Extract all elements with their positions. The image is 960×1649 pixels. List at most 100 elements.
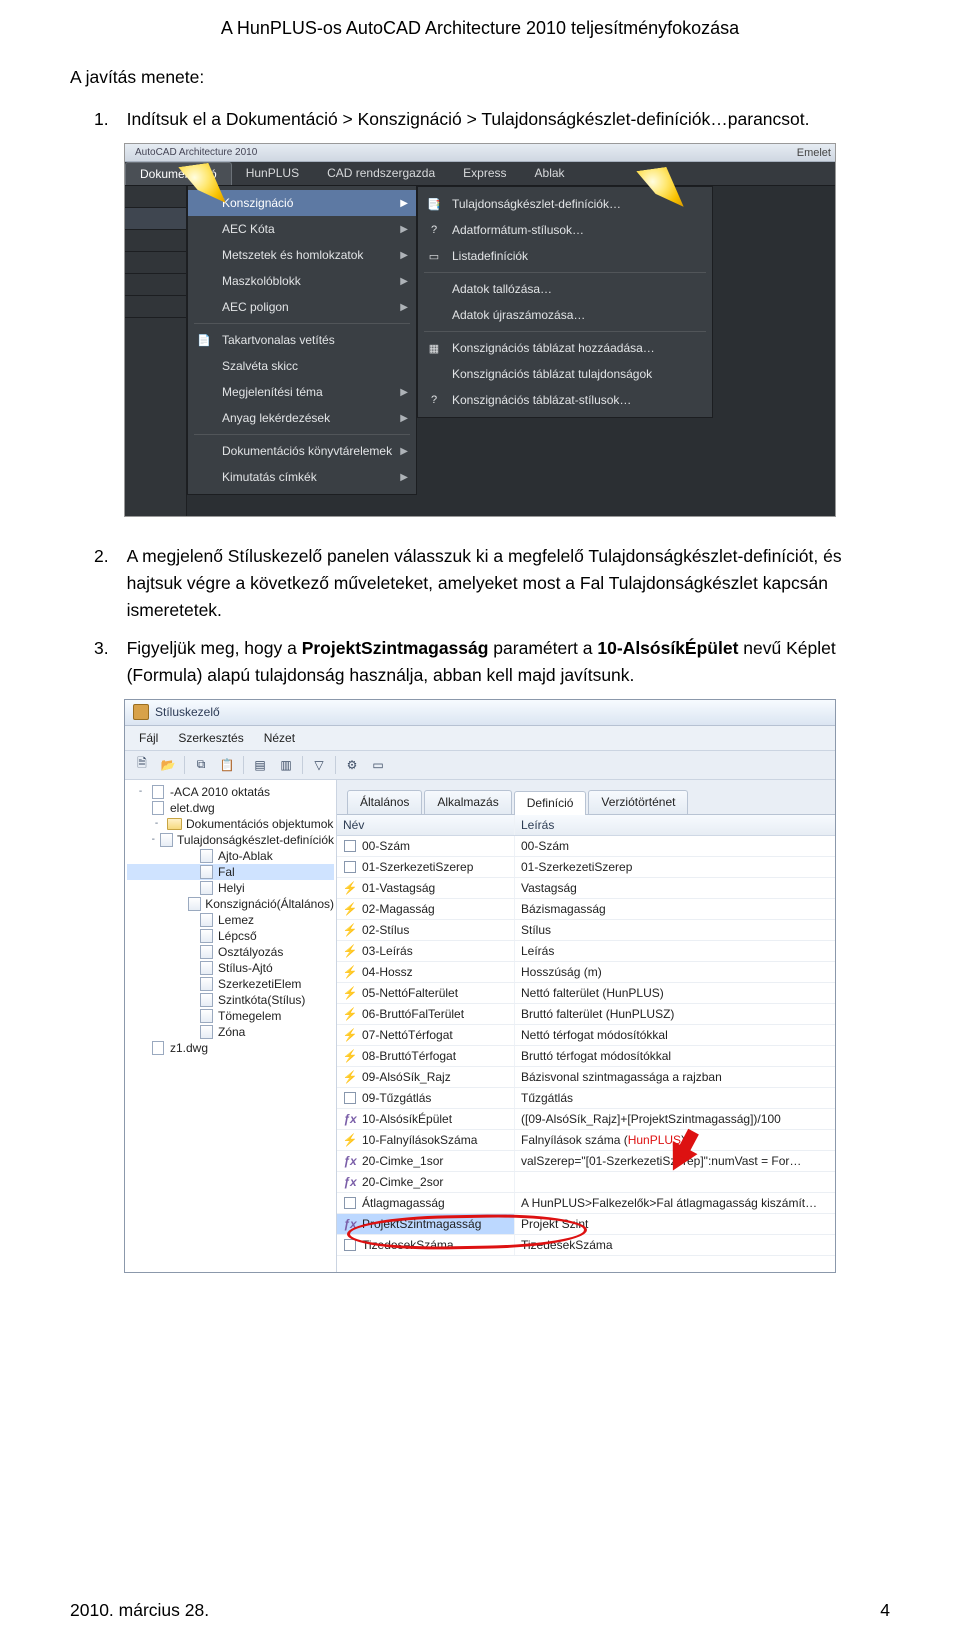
- property-row[interactable]: ⚡09-AlsóSík_RajzBázisvonal szintmagasság…: [337, 1067, 835, 1088]
- dropdown-item[interactable]: Megjelenítési téma▶: [188, 379, 416, 405]
- menu-tab[interactable]: Dokumentáció: [125, 162, 232, 185]
- tree-node-label: Szintkóta(Stílus): [218, 993, 305, 1007]
- submenu-item[interactable]: 📑Tulajdonságkészlet-definíciók…: [418, 191, 712, 217]
- property-row[interactable]: ⚡10-FalnyílásokSzámaFalnyílások száma (H…: [337, 1130, 835, 1151]
- property-row[interactable]: ⚡06-BruttóFalTerületBruttó falterület (H…: [337, 1004, 835, 1025]
- dropdown-item[interactable]: Szalvéta skicc: [188, 353, 416, 379]
- tb-filter-icon[interactable]: ▽: [306, 754, 332, 776]
- property-manual-icon: [343, 1091, 357, 1105]
- dropdown-item[interactable]: Maszkolóblokk▶: [188, 268, 416, 294]
- tb-tool2-icon[interactable]: ▭: [365, 754, 391, 776]
- property-row[interactable]: ƒx20-Cimke_2sor: [337, 1172, 835, 1193]
- tb-tool-icon[interactable]: ⚙: [339, 754, 365, 776]
- menu-item[interactable]: Nézet: [256, 729, 303, 747]
- tree-expander-icon[interactable]: -: [135, 786, 146, 797]
- menu-tab[interactable]: CAD rendszergazda: [313, 162, 449, 185]
- tree-node[interactable]: Zóna: [127, 1024, 334, 1040]
- tree-expander-icon[interactable]: -: [151, 834, 156, 845]
- submenu-item[interactable]: ?Adatformátum-stílusok…: [418, 217, 712, 243]
- dropdown-item[interactable]: Konszignáció▶: [188, 190, 416, 216]
- menu-tab[interactable]: HunPLUS: [232, 162, 313, 185]
- footer-date: 2010. március 28.: [70, 1600, 209, 1621]
- tree-node[interactable]: Lépcső: [127, 928, 334, 944]
- shot2-tree[interactable]: --ACA 2010 oktatáselet.dwg-Dokumentációs…: [125, 780, 337, 1272]
- submenu-item[interactable]: Adatok újraszámozása…: [418, 302, 712, 328]
- property-name: 07-NettóTérfogat: [362, 1028, 453, 1042]
- tree-node[interactable]: elet.dwg: [127, 800, 334, 816]
- property-row[interactable]: ƒx20-Cimke_1sorvalSzerep="[01-Szerkezeti…: [337, 1151, 835, 1172]
- submenu-arrow-icon: ▶: [400, 224, 408, 235]
- dropdown-item[interactable]: Metszetek és homlokzatok▶: [188, 242, 416, 268]
- tb-style2-icon[interactable]: ▥: [273, 754, 299, 776]
- tb-paste-icon[interactable]: 📋: [214, 754, 240, 776]
- property-row[interactable]: ⚡05-NettóFalterületNettó falterület (Hun…: [337, 983, 835, 1004]
- property-row[interactable]: ⚡02-MagasságBázismagasság: [337, 899, 835, 920]
- shot1-edition: Emelet: [797, 147, 831, 159]
- dropdown-item[interactable]: Dokumentációs könyvtárelemek▶: [188, 438, 416, 464]
- menu-item-icon: [196, 443, 212, 459]
- menu-tab[interactable]: Express: [449, 162, 520, 185]
- dropdown-item[interactable]: 📄Takartvonalas vetítés: [188, 327, 416, 353]
- property-row[interactable]: ⚡02-StílusStílus: [337, 920, 835, 941]
- property-row[interactable]: ƒx10-AlsósíkÉpület([09-AlsóSík_Rajz]+[Pr…: [337, 1109, 835, 1130]
- property-auto-icon: ⚡: [343, 1133, 357, 1147]
- tree-node[interactable]: Konszignáció(Általános): [127, 896, 334, 912]
- submenu-item[interactable]: ▭Listadefiníciók: [418, 243, 712, 269]
- tree-node[interactable]: -Tulajdonságkészlet-definíciók: [127, 832, 334, 848]
- property-row[interactable]: ƒxProjektSzintmagasságProjekt Szint: [337, 1214, 835, 1235]
- dropdown-item[interactable]: AEC poligon▶: [188, 294, 416, 320]
- submenu-item[interactable]: ?Konszignációs táblázat-stílusok…: [418, 387, 712, 413]
- tree-node[interactable]: Szintkóta(Stílus): [127, 992, 334, 1008]
- tree-node[interactable]: SzerkezetiElem: [127, 976, 334, 992]
- tab[interactable]: Alkalmazás: [424, 790, 511, 814]
- page-icon: [198, 961, 214, 975]
- step-1-num: 1.: [94, 106, 109, 133]
- tree-node[interactable]: Tömegelem: [127, 1008, 334, 1024]
- menu-tab[interactable]: Ablak: [521, 162, 579, 185]
- page-icon: [198, 929, 214, 943]
- property-row[interactable]: ⚡08-BruttóTérfogatBruttó térfogat módosí…: [337, 1046, 835, 1067]
- tb-new-icon[interactable]: 🗎: [129, 754, 155, 776]
- tree-node[interactable]: Stílus-Ajtó: [127, 960, 334, 976]
- property-row[interactable]: 00-Szám00-Szám: [337, 836, 835, 857]
- tree-node[interactable]: Fal: [127, 864, 334, 880]
- tb-open-icon[interactable]: 📂: [155, 754, 181, 776]
- tree-node[interactable]: Osztályozás: [127, 944, 334, 960]
- dropdown-item[interactable]: Anyag lekérdezések▶: [188, 405, 416, 431]
- menu-item-icon: [426, 307, 442, 323]
- dropdown-item[interactable]: Kimutatás címkék▶: [188, 464, 416, 490]
- tree-node[interactable]: Lemez: [127, 912, 334, 928]
- property-row[interactable]: 01-SzerkezetiSzerep01-SzerkezetiSzerep: [337, 857, 835, 878]
- tb-style-icon[interactable]: ▤: [247, 754, 273, 776]
- tab[interactable]: Definíció: [514, 791, 587, 815]
- tree-node[interactable]: --ACA 2010 oktatás: [127, 784, 334, 800]
- tab[interactable]: Verziótörténet: [588, 790, 688, 814]
- property-name: 08-BruttóTérfogat: [362, 1049, 456, 1063]
- tree-node[interactable]: -Dokumentációs objektumok: [127, 816, 334, 832]
- property-row[interactable]: ⚡07-NettóTérfogatNettó térfogat módosító…: [337, 1025, 835, 1046]
- submenu-item[interactable]: ▦Konszignációs táblázat hozzáadása…: [418, 335, 712, 361]
- property-row[interactable]: ⚡04-HosszHosszúság (m): [337, 962, 835, 983]
- tree-node[interactable]: Helyi: [127, 880, 334, 896]
- tree-node[interactable]: z1.dwg: [127, 1040, 334, 1056]
- property-row[interactable]: TizedesekSzámaTizedesekSzáma: [337, 1235, 835, 1256]
- submenu-item[interactable]: Konszignációs táblázat tulajdonságok: [418, 361, 712, 387]
- property-row[interactable]: ⚡03-LeírásLeírás: [337, 941, 835, 962]
- shot2-grid: Név Leírás 00-Szám00-Szám01-SzerkezetiSz…: [337, 815, 835, 1272]
- property-row[interactable]: ⚡01-VastagságVastagság: [337, 878, 835, 899]
- tree-expander-icon[interactable]: -: [151, 818, 162, 829]
- property-row[interactable]: ÁtlagmagasságA HunPLUS>Falkezelők>Fal át…: [337, 1193, 835, 1214]
- tb-copy-icon[interactable]: ⧉: [188, 754, 214, 776]
- tree-node[interactable]: Ajto-Ablak: [127, 848, 334, 864]
- property-desc: Stílus: [515, 920, 835, 940]
- menu-item[interactable]: Szerkesztés: [170, 729, 251, 747]
- submenu-item[interactable]: Adatok tallózása…: [418, 276, 712, 302]
- dropdown-item[interactable]: AEC Kóta▶: [188, 216, 416, 242]
- menu-item-icon: [196, 384, 212, 400]
- footer-page-number: 4: [880, 1600, 890, 1621]
- property-row[interactable]: 09-TűzgátlásTűzgátlás: [337, 1088, 835, 1109]
- page-icon: [198, 913, 214, 927]
- tab[interactable]: Általános: [347, 790, 422, 814]
- property-desc: Bruttó falterület (HunPLUSZ): [515, 1004, 835, 1024]
- menu-item[interactable]: Fájl: [131, 729, 166, 747]
